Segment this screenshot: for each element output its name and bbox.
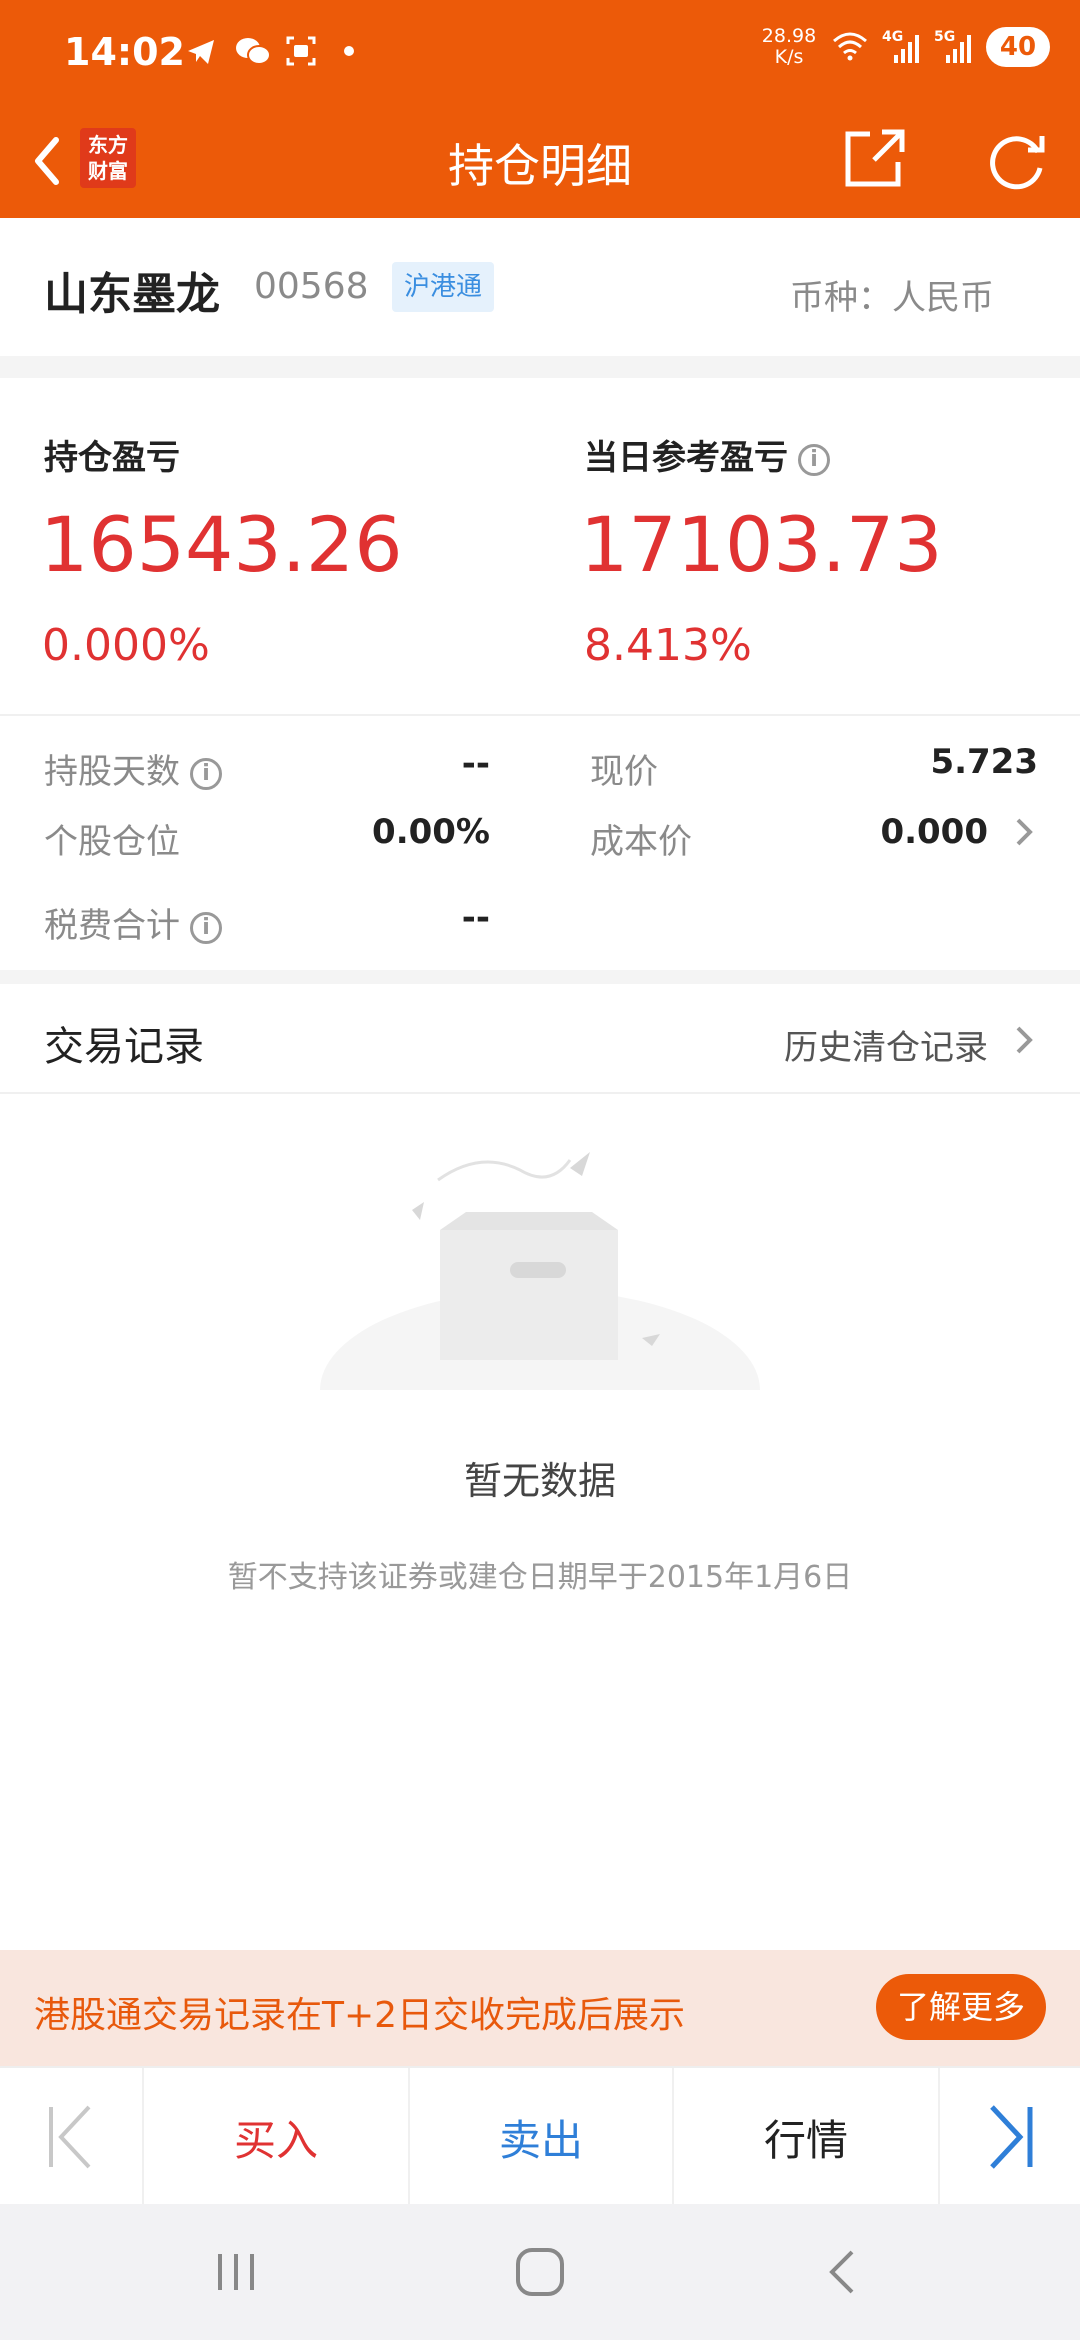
system-nav-bar: [0, 2204, 1080, 2340]
empty-subtitle: 暂不支持该证券或建仓日期早于2015年1月6日: [227, 1560, 853, 1595]
hk-connect-notice: 港股通交易记录在T+2日交收完成后展示 了解更多: [0, 1950, 1080, 2066]
trade-records-header: 交易记录 历史清仓记录: [0, 984, 1080, 1094]
daily-pnl-label-wrap: 当日参考盈亏 i: [584, 430, 830, 479]
holding-pnl-label: 持仓盈亏: [44, 438, 180, 478]
quote-button[interactable]: 行情: [672, 2068, 938, 2206]
fee-total-label: 税费合计: [44, 906, 180, 946]
refresh-button[interactable]: [980, 124, 1052, 196]
stock-code: 00568: [254, 266, 369, 307]
fee-total-value: --: [461, 898, 490, 938]
share-button[interactable]: [840, 124, 910, 194]
position-ratio-value: 0.00%: [372, 812, 490, 852]
stock-info: 山东墨龙 00568 沪港通 币种：人民币: [0, 218, 1080, 356]
title-bar: 东方 财富 持仓明细: [0, 108, 1080, 218]
pnl-section: 持仓盈亏 16543.26 0.000% 当日参考盈亏 i 17103.73 8.…: [0, 378, 1080, 970]
fee-total-label-wrap: 税费合计 i: [44, 898, 222, 947]
net-speed-unit: K/s: [774, 46, 804, 68]
buy-button[interactable]: 买入: [142, 2068, 408, 2206]
status-time: 14:02: [64, 30, 185, 74]
holding-days-label-wrap: 持股天数 i: [44, 744, 222, 793]
signal-4g-icon: 4G: [882, 29, 922, 65]
holding-days-label: 持股天数: [44, 752, 180, 792]
recent-apps-icon[interactable]: [206, 2240, 266, 2304]
prev-stock-button[interactable]: [0, 2068, 142, 2206]
skip-first-icon: [49, 2105, 91, 2169]
holding-pnl-value: 16543.26: [40, 500, 403, 589]
screenshot-icon: [284, 34, 318, 68]
signal-4g-label: 4G: [882, 29, 904, 45]
action-bar: 买入 卖出 行情: [0, 2066, 1080, 2206]
battery-indicator: 40: [986, 27, 1050, 67]
signal-5g-label: 5G: [934, 29, 956, 45]
skip-last-icon: [990, 2105, 1033, 2169]
daily-pnl-label: 当日参考盈亏: [584, 438, 788, 478]
position-ratio-label: 个股仓位: [44, 822, 180, 862]
signal-5g-icon: 5G: [934, 29, 974, 65]
current-price-value: 5.723: [930, 742, 1038, 782]
section-divider: [0, 970, 1080, 984]
section-divider: [0, 356, 1080, 378]
empty-title: 暂无数据: [463, 1459, 616, 1503]
daily-pnl-value: 17103.73: [580, 500, 943, 589]
chevron-right-icon[interactable]: [1010, 812, 1038, 852]
sell-button[interactable]: 卖出: [408, 2068, 672, 2206]
refresh-icon: [990, 136, 1045, 190]
current-price-label: 现价: [590, 752, 658, 792]
net-speed: 28.98 K/s: [760, 26, 818, 68]
net-speed-value: 28.98: [761, 25, 817, 47]
next-stock-button[interactable]: [938, 2068, 1080, 2206]
app-header: 14:02 28.98 K/s 4G 5G 40 东方 财富 持仓明细: [0, 0, 1080, 218]
currency-label: 币种：人民币: [790, 278, 994, 318]
trade-records-title: 交易记录: [44, 1024, 204, 1070]
learn-more-button[interactable]: 了解更多: [876, 1974, 1046, 2040]
holding-days-value: --: [461, 744, 490, 784]
status-notification-icons: [184, 34, 354, 68]
wechat-icon: [234, 34, 271, 68]
holding-pnl-pct: 0.000%: [42, 620, 210, 671]
cost-price-label: 成本价: [590, 822, 692, 862]
info-icon[interactable]: i: [798, 443, 830, 476]
share-icon: [845, 129, 905, 187]
market-tag: 沪港通: [392, 262, 495, 312]
stock-name: 山东墨龙: [44, 269, 220, 320]
home-icon[interactable]: [510, 2240, 570, 2304]
status-bar: 14:02 28.98 K/s 4G 5G 40: [0, 0, 1080, 108]
back-nav-icon[interactable]: [814, 2240, 874, 2304]
chevron-right-icon[interactable]: [1010, 1020, 1038, 1060]
wifi-icon: [830, 29, 870, 65]
pnl-divider: [0, 714, 1080, 716]
telegram-icon: [184, 34, 218, 68]
more-notifications-dot: [344, 46, 354, 56]
history-link[interactable]: 历史清仓记录: [784, 1020, 988, 1069]
cost-price-value[interactable]: 0.000: [880, 812, 988, 852]
daily-pnl-pct: 8.413%: [584, 620, 752, 671]
info-icon[interactable]: i: [190, 757, 222, 790]
info-icon[interactable]: i: [190, 911, 222, 944]
status-right: 28.98 K/s 4G 5G 40: [760, 26, 1050, 68]
page-title: 持仓明细: [448, 139, 632, 193]
empty-box-illustration: [320, 1152, 760, 1420]
notice-text: 港股通交易记录在T+2日交收完成后展示: [34, 1995, 686, 2036]
